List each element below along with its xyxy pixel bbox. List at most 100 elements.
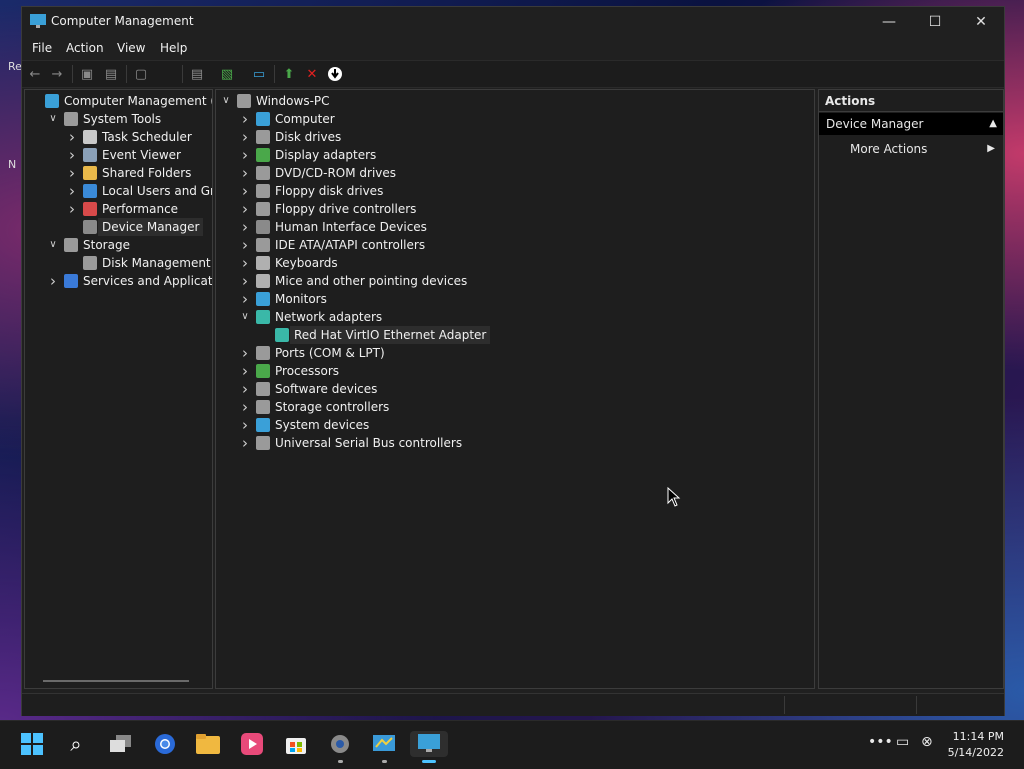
chevron-right-icon[interactable]: › <box>67 182 77 200</box>
up-level-icon[interactable]: ▣ <box>78 65 96 83</box>
chevron-right-icon[interactable]: › <box>67 128 77 146</box>
network-icon[interactable]: ▭ <box>896 734 909 750</box>
media-app-icon[interactable] <box>239 731 265 757</box>
device-tree-panel[interactable]: ∨ Windows-PC › Computer › Disk drives › Display… <box>215 89 815 689</box>
device-tree-item[interactable]: › Processors <box>216 362 814 380</box>
control-panel-icon[interactable] <box>371 731 397 763</box>
system-clock[interactable]: 11:14 PM 5/14/2022 <box>948 729 1004 761</box>
horizontal-scrollbar[interactable] <box>43 680 189 682</box>
chevron-down-icon[interactable]: ∨ <box>48 236 58 254</box>
actions-section-device-manager[interactable]: Device Manager ▲ <box>819 113 1003 135</box>
uninstall-device-icon[interactable]: ✕ <box>303 65 321 83</box>
device-tree-item[interactable]: Red Hat VirtIO Ethernet Adapter <box>216 326 814 344</box>
chevron-right-icon[interactable]: › <box>67 200 77 218</box>
chevron-down-icon[interactable]: ∨ <box>221 92 231 110</box>
chevron-right-icon[interactable]: › <box>240 236 250 254</box>
device-tree-item[interactable]: › Mice and other pointing devices <box>216 272 814 290</box>
volume-muted-icon[interactable]: ⊗ <box>921 734 933 750</box>
console-tree-item[interactable]: Disk Management <box>25 254 212 272</box>
console-tree-panel[interactable]: Computer Management (Loca ∨ System Tools › T… <box>24 89 213 689</box>
console-tree-item[interactable]: Computer Management (Loca <box>25 92 212 110</box>
file-explorer-icon[interactable] <box>195 731 221 757</box>
chevron-right-icon[interactable]: › <box>240 200 250 218</box>
title-bar[interactable]: Computer Management — ☐ ✕ <box>22 7 1004 37</box>
minimize-button[interactable]: — <box>866 7 912 37</box>
device-tree-item[interactable]: › Universal Serial Bus controllers <box>216 434 814 452</box>
chevron-right-icon[interactable]: › <box>240 128 250 146</box>
microsoft-store-icon[interactable] <box>283 731 309 757</box>
device-tree-item[interactable]: › IDE ATA/ATAPI controllers <box>216 236 814 254</box>
chevron-right-icon[interactable]: › <box>240 344 250 362</box>
menu-view[interactable]: View <box>117 41 145 55</box>
properties-icon[interactable]: ▢ <box>132 65 150 83</box>
start-button-icon[interactable] <box>19 731 45 757</box>
device-tree-item[interactable]: › Floppy drive controllers <box>216 200 814 218</box>
device-tree-item[interactable]: › Computer <box>216 110 814 128</box>
disable-device-icon[interactable] <box>326 65 344 83</box>
update-driver-icon[interactable]: ▧ <box>218 65 236 83</box>
forward-icon[interactable]: → <box>48 65 66 83</box>
console-tree-item[interactable]: › Task Scheduler <box>25 128 212 146</box>
help-pane-icon[interactable]: ▤ <box>188 65 206 83</box>
console-tree-item-label: Event Viewer <box>102 148 181 162</box>
task-view-icon[interactable] <box>108 731 134 757</box>
add-driver-icon[interactable]: ⬆ <box>280 65 298 83</box>
chevron-right-icon[interactable]: › <box>240 416 250 434</box>
computer-management-taskbar-icon[interactable] <box>410 731 448 763</box>
settings-gear-icon[interactable] <box>327 731 353 763</box>
device-tree-item[interactable]: › Human Interface Devices <box>216 218 814 236</box>
show-hide-tree-icon[interactable]: ▤ <box>102 65 120 83</box>
device-tree-item[interactable]: › Floppy disk drives <box>216 182 814 200</box>
device-tree-item[interactable]: › Storage controllers <box>216 398 814 416</box>
console-tree-item[interactable]: › Event Viewer <box>25 146 212 164</box>
mouse-cursor-icon <box>667 487 681 507</box>
device-tree-item[interactable]: › Monitors <box>216 290 814 308</box>
chrome-browser-icon[interactable] <box>152 731 178 757</box>
more-actions-item[interactable]: More Actions ▶ <box>819 138 1003 160</box>
search-icon[interactable]: ⌕ <box>63 731 89 757</box>
console-tree-item[interactable]: › Shared Folders <box>25 164 212 182</box>
device-tree-item[interactable]: › Ports (COM & LPT) <box>216 344 814 362</box>
collapse-up-icon[interactable]: ▲ <box>989 113 997 135</box>
chevron-right-icon[interactable]: › <box>240 110 250 128</box>
console-tree-item[interactable]: Device Manager <box>25 218 212 236</box>
show-hidden-icons-icon[interactable]: ••• <box>868 734 893 750</box>
chevron-right-icon[interactable]: › <box>67 146 77 164</box>
chevron-right-icon[interactable]: › <box>240 272 250 290</box>
chevron-right-icon[interactable]: › <box>240 290 250 308</box>
chevron-right-icon[interactable]: › <box>240 164 250 182</box>
chevron-right-icon[interactable]: › <box>240 218 250 236</box>
console-tree-item[interactable]: › Local Users and Groups <box>25 182 212 200</box>
chevron-down-icon[interactable]: ∨ <box>48 110 58 128</box>
console-tree-item[interactable]: ∨ Storage <box>25 236 212 254</box>
device-tree-item[interactable]: › DVD/CD-ROM drives <box>216 164 814 182</box>
console-tree-item[interactable]: ∨ System Tools <box>25 110 212 128</box>
chevron-right-icon[interactable]: › <box>240 146 250 164</box>
scan-hardware-icon[interactable]: ▭ <box>250 65 268 83</box>
menu-bar: File Action View Help <box>22 37 1004 59</box>
device-tree-item[interactable]: ∨ Network adapters <box>216 308 814 326</box>
device-tree-item[interactable]: › Display adapters <box>216 146 814 164</box>
menu-action[interactable]: Action <box>66 41 104 55</box>
chevron-right-icon[interactable]: › <box>240 182 250 200</box>
chevron-right-icon[interactable]: › <box>240 380 250 398</box>
chevron-down-icon[interactable]: ∨ <box>240 308 250 326</box>
device-tree-item[interactable]: › Software devices <box>216 380 814 398</box>
console-tree-item[interactable]: › Services and Applications <box>25 272 212 290</box>
chevron-right-icon[interactable]: › <box>240 362 250 380</box>
maximize-button[interactable]: ☐ <box>912 7 958 37</box>
device-tree-item[interactable]: › Keyboards <box>216 254 814 272</box>
close-button[interactable]: ✕ <box>958 7 1004 37</box>
device-tree-item[interactable]: › System devices <box>216 416 814 434</box>
device-tree-item[interactable]: ∨ Windows-PC <box>216 92 814 110</box>
device-tree-item[interactable]: › Disk drives <box>216 128 814 146</box>
chevron-right-icon[interactable]: › <box>67 164 77 182</box>
back-icon[interactable]: ← <box>26 65 44 83</box>
chevron-right-icon[interactable]: › <box>48 272 58 290</box>
chevron-right-icon[interactable]: › <box>240 434 250 452</box>
menu-help[interactable]: Help <box>160 41 187 55</box>
chevron-right-icon[interactable]: › <box>240 254 250 272</box>
console-tree-item[interactable]: › Performance <box>25 200 212 218</box>
menu-file[interactable]: File <box>32 41 52 55</box>
chevron-right-icon[interactable]: › <box>240 398 250 416</box>
